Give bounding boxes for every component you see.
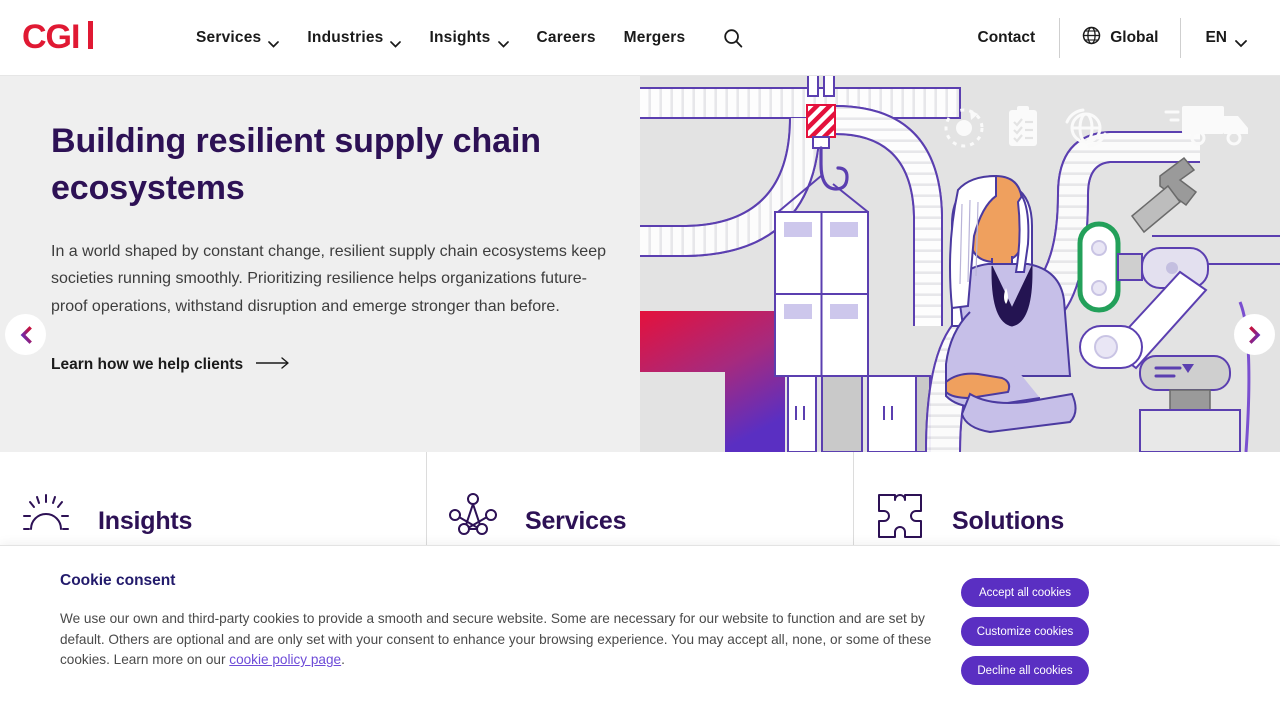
hero-paragraph: In a world shaped by constant change, re…: [51, 242, 606, 315]
chevron-down-icon: [497, 35, 509, 48]
nav-label-insights: Insights: [429, 28, 491, 46]
hero-cta-label: Learn how we help clients: [51, 356, 244, 374]
chevron-down-icon: [390, 35, 402, 48]
main-navigation: Services Industries Insights Careers Mer…: [182, 19, 751, 57]
nav-item-insights[interactable]: Insights: [415, 19, 522, 57]
cookie-actions: Accept all cookies Customize cookies Dec…: [940, 572, 1110, 720]
card-title-insights: Insights: [98, 507, 193, 535]
hero-illustration: [640, 76, 1280, 452]
utility-navigation: Contact Global EN: [954, 17, 1260, 58]
nav-item-careers[interactable]: Careers: [523, 19, 610, 57]
page-title: Building resilient supply chain ecosyste…: [51, 122, 541, 207]
language-selector[interactable]: EN: [1181, 28, 1260, 48]
nav-item-mergers[interactable]: Mergers: [610, 19, 700, 57]
cookie-text-block: Cookie consent We use our own and third-…: [60, 572, 940, 720]
cookie-body-tail: .: [341, 652, 345, 668]
accept-all-cookies-button[interactable]: Accept all cookies: [961, 578, 1089, 607]
carousel-next-icon: [1248, 325, 1260, 344]
globe-icon: [1082, 26, 1101, 50]
card-title-services: Services: [525, 507, 627, 535]
global-label: Global: [1110, 28, 1159, 46]
chevron-down-icon: [268, 35, 280, 48]
cookie-consent-banner: Cookie consent We use our own and third-…: [0, 545, 1280, 720]
cookie-body: We use our own and third-party cookies t…: [60, 609, 940, 671]
nav-label-careers: Careers: [536, 28, 596, 46]
carousel-next-button[interactable]: [1234, 314, 1275, 355]
arrow-right-icon: [256, 356, 292, 374]
network-nodes-icon: [445, 488, 501, 544]
sunrise-icon: [18, 488, 74, 544]
cookie-heading: Cookie consent: [60, 572, 176, 589]
hero-copy: Building resilient supply chain ecosyste…: [51, 118, 626, 374]
nav-item-services[interactable]: Services: [182, 19, 293, 57]
carousel-prev-icon: [20, 325, 32, 344]
puzzle-piece-icon: [872, 488, 928, 544]
cookie-body-text: We use our own and third-party cookies t…: [60, 611, 932, 668]
language-label: EN: [1205, 28, 1227, 46]
nav-label-industries: Industries: [307, 28, 384, 46]
site-header: CGI Services Industries Insights Careers: [0, 0, 1280, 76]
hero-section: Building resilient supply chain ecosyste…: [0, 76, 1280, 452]
nav-label-mergers: Mergers: [623, 28, 686, 46]
decline-all-cookies-button[interactable]: Decline all cookies: [961, 656, 1089, 685]
nav-item-industries[interactable]: Industries: [293, 19, 415, 57]
global-selector[interactable]: Global: [1060, 26, 1180, 50]
customize-cookies-button[interactable]: Customize cookies: [961, 617, 1089, 646]
chevron-down-icon: [1235, 35, 1247, 48]
svg-text:CGI: CGI: [22, 18, 79, 56]
cookie-policy-link[interactable]: cookie policy page: [229, 652, 341, 667]
nav-label-services: Services: [196, 28, 262, 46]
carousel-prev-button[interactable]: [5, 314, 46, 355]
card-title-solutions: Solutions: [952, 507, 1065, 535]
search-icon[interactable]: [715, 20, 751, 56]
cgi-logo[interactable]: CGI: [22, 18, 102, 58]
hero-cta-link[interactable]: Learn how we help clients: [51, 356, 292, 374]
contact-link[interactable]: Contact: [954, 29, 1060, 47]
